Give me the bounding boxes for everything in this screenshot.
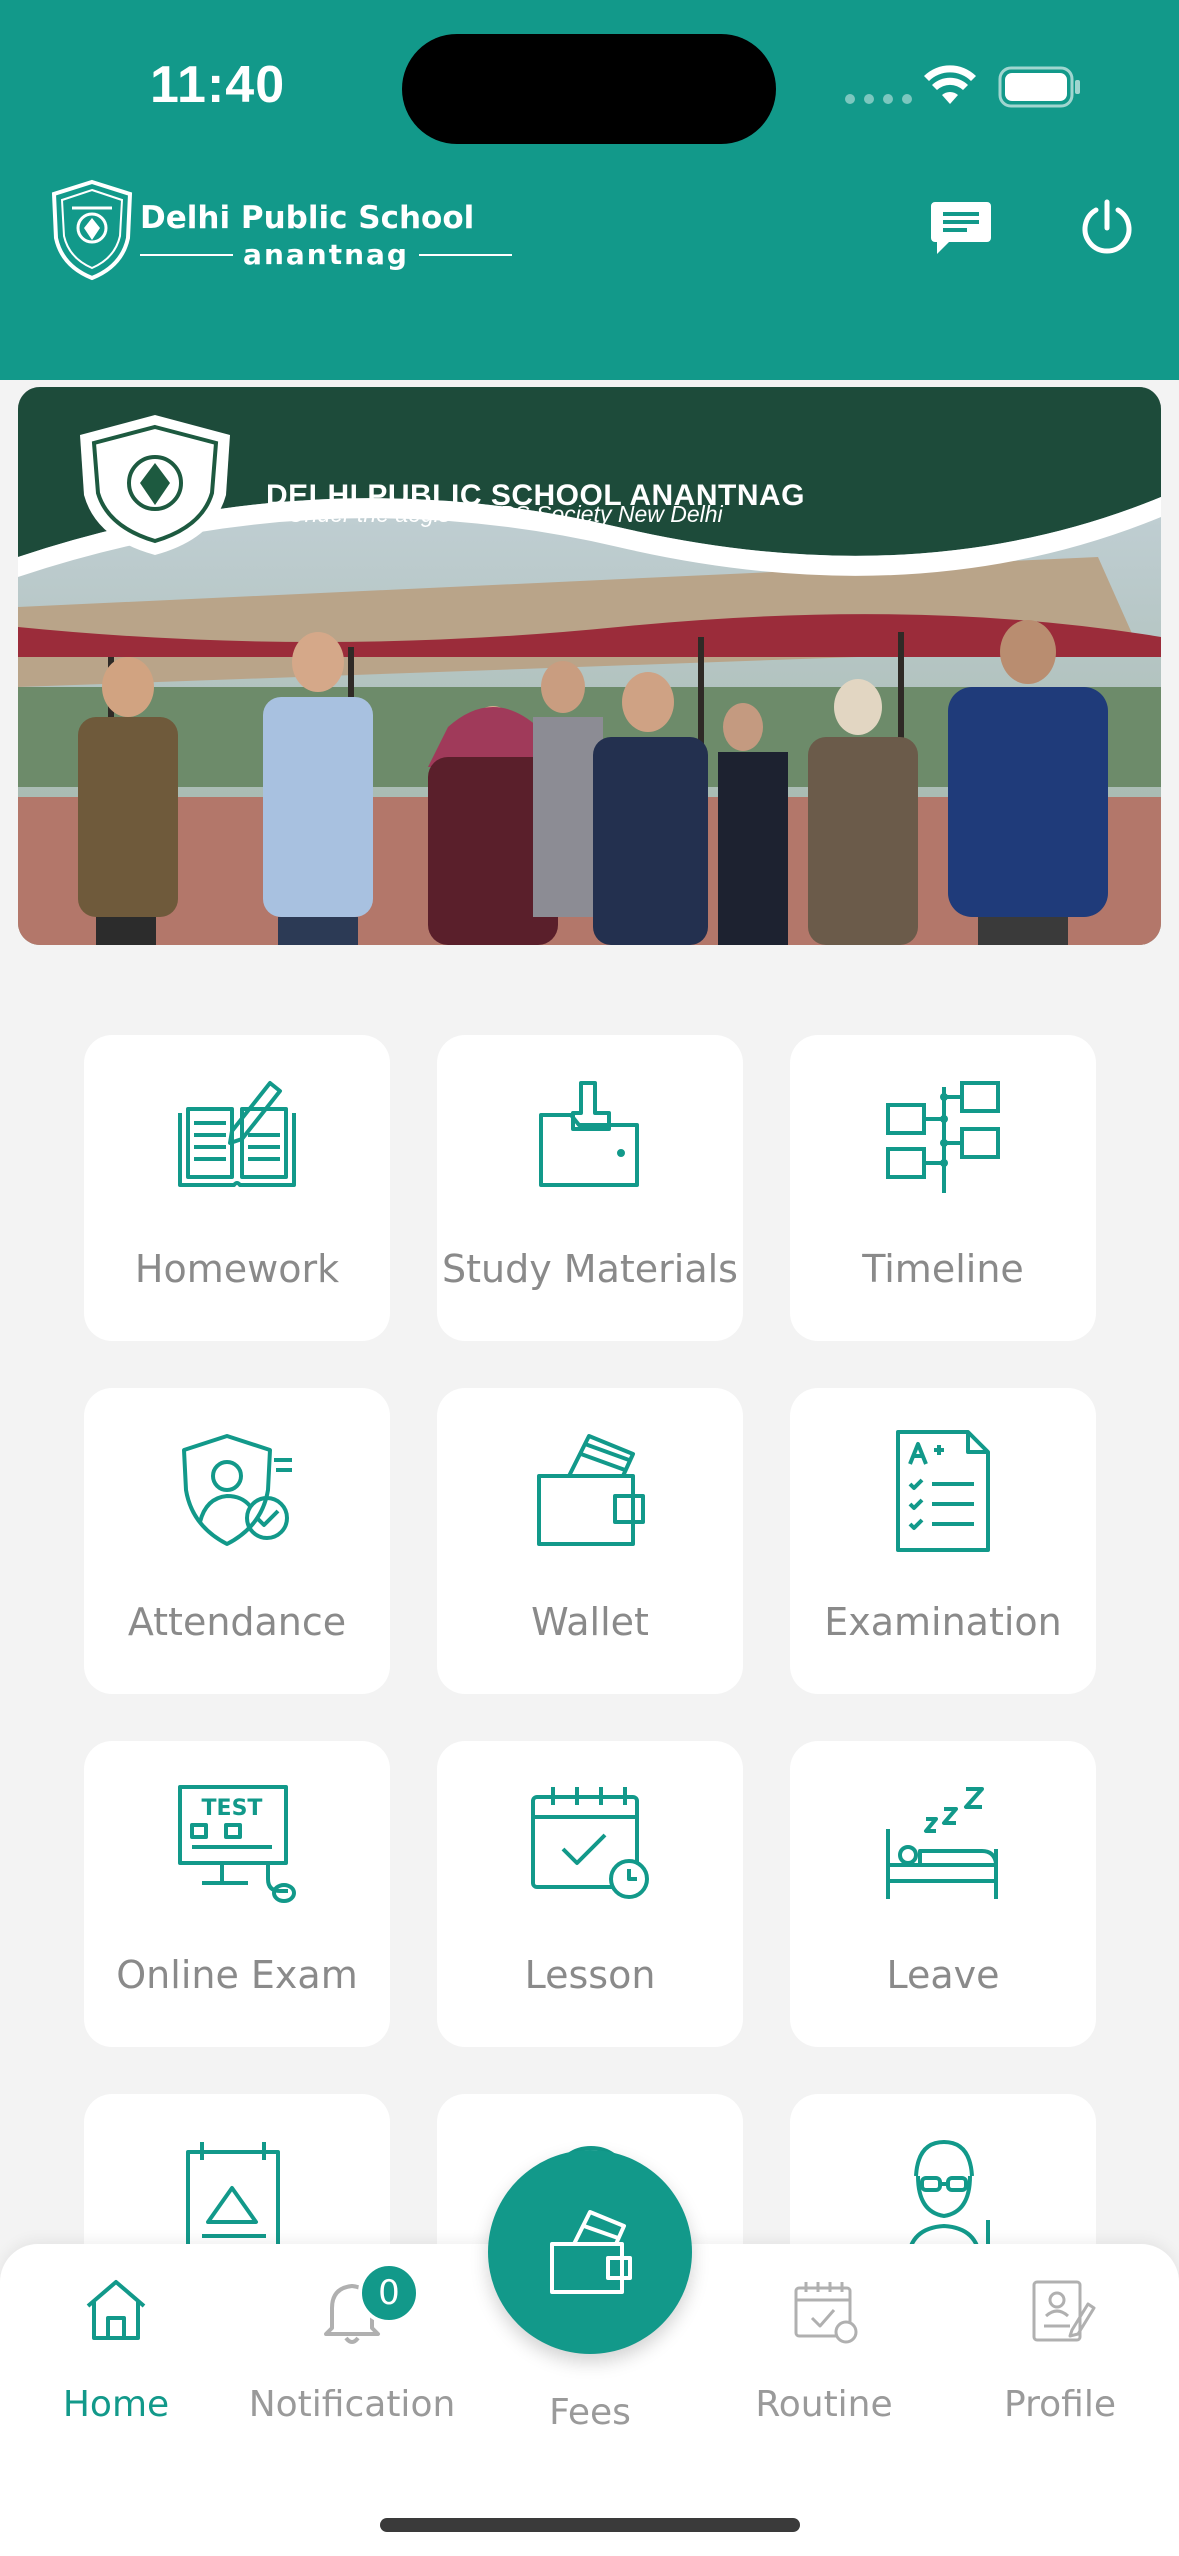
battery-icon [998,66,1080,108]
notification-count-badge: 0 [358,2262,420,2324]
menu-tile-study-materials[interactable]: Study Materials [437,1035,743,1341]
nav-fees-label: Fees [549,2392,631,2433]
menu-tile-leave[interactable]: Leave [790,1741,1096,2047]
wallet-icon [537,1434,645,1546]
chat-icon [931,202,991,254]
calendar-icon [531,1787,649,1899]
wallet-icon [550,2210,632,2294]
menu-tile-timeline[interactable]: Timeline [790,1035,1096,1341]
nav-home-label: Home [62,2384,170,2425]
teacher-icon [906,2140,990,2261]
leave-icon [886,1787,998,1899]
menu-tile-online-exam[interactable]: TEST Online Exam [84,1741,390,2047]
menu-tile-label: Study Materials [442,1247,738,1291]
nav-routine[interactable]: Routine [714,2268,934,2458]
signal-icon [845,94,912,104]
homework-icon [178,1081,296,1187]
nav-notification[interactable]: Notification [242,2268,462,2458]
attendance-icon [182,1434,292,1546]
nav-routine-label: Routine [755,2384,893,2425]
examination-icon [896,1430,990,1552]
school-crest-icon [51,179,133,281]
menu-tile-lesson[interactable]: Lesson [437,1741,743,2047]
status-bar: 11:40 [0,0,1179,170]
chat-button[interactable] [925,192,997,264]
fees-button[interactable] [488,2150,692,2354]
menu-tile-label: Wallet [531,1600,649,1644]
menu-tile-label: Examination [824,1600,1062,1644]
menu-tile-examination[interactable]: Examination [790,1388,1096,1694]
nav-profile-label: Profile [1004,2384,1116,2425]
menu-tile-label: Leave [886,1953,1000,1997]
nav-profile[interactable]: Profile [950,2268,1170,2458]
profile-icon [1032,2280,1096,2342]
school-banner-image: DELHI PUBLIC SCHOOL ANANTNAG Under the a… [18,387,1161,945]
home-indicator[interactable] [380,2518,800,2532]
nav-home[interactable]: Home [6,2268,226,2458]
routine-icon [794,2282,858,2344]
school-logo: Delhi Public School anantnag [48,178,513,288]
timeline-icon [886,1081,1000,1193]
status-time: 11:40 [150,56,286,114]
wifi-icon [924,65,976,104]
menu-tile-label: Online Exam [116,1953,358,1997]
nav-notification-label: Notification [248,2384,456,2425]
banner-crest-icon [80,415,230,555]
menu-tile-label: Timeline [862,1247,1024,1291]
menu-tile-attendance[interactable]: Attendance [84,1388,390,1694]
power-icon [1082,199,1132,254]
app-header: 11:40 Delhi Public School anantnag [0,0,1179,380]
menu-tile-label: Homework [134,1247,340,1291]
menu-tile-wallet[interactable]: Wallet [437,1388,743,1694]
banner-subtitle: Under the aegis of DPS Society New Delhi [288,501,723,527]
dynamic-island [402,34,776,144]
logout-button[interactable] [1071,192,1143,264]
svg-text:TEST: TEST [202,1796,263,1821]
menu-tile-label: Lesson [524,1953,656,1997]
menu-tile-label: Attendance [127,1600,347,1644]
board-icon [186,2142,280,2254]
online-exam-icon: TEST [178,1785,296,1903]
folder-icon [539,1081,639,1187]
logo-subtitle: anantnag [243,238,409,271]
menu-tile-homework[interactable]: Homework [84,1035,390,1341]
home-icon [86,2280,146,2340]
logo-title: Delhi Public School [140,200,475,236]
